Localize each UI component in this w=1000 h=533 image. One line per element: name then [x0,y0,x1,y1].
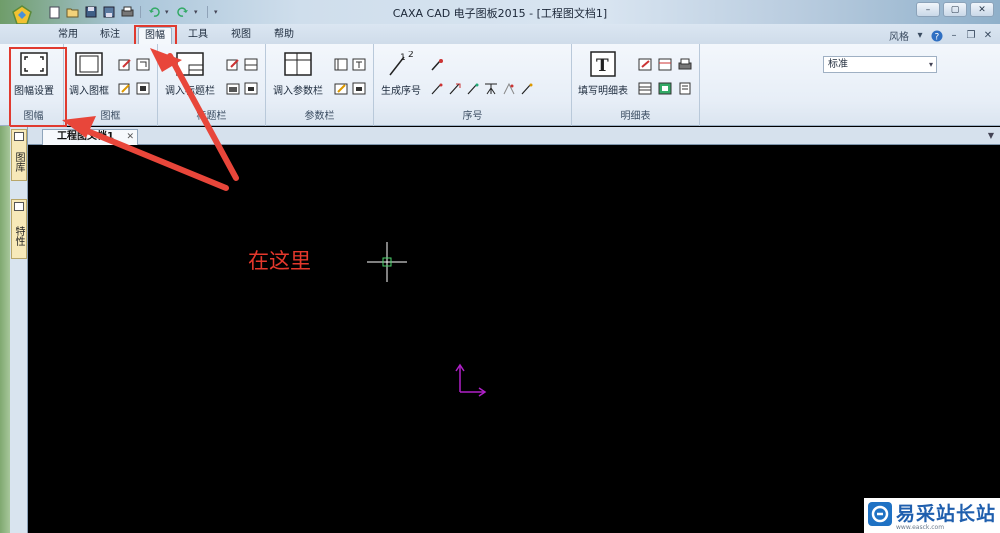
load-params-button[interactable]: 调入参数栏 [270,50,326,97]
text-t-icon: T [587,50,619,78]
fill-params-icon[interactable] [334,82,348,95]
load-titleblock-label: 调入标题栏 [165,86,215,97]
number-style-icon[interactable] [430,58,444,71]
bom-table-icon[interactable] [638,82,652,95]
svg-text:2: 2 [408,51,414,60]
fill-bom-button[interactable]: T 填写明细表 [574,50,632,97]
define-titleblock-icon[interactable] [244,58,258,71]
doc-restore-icon[interactable]: ❐ [965,30,977,42]
watermark: 易采站长站 www.easck.com [864,498,1000,533]
border-tool-icon[interactable] [118,82,132,95]
watermark-logo-icon [868,502,892,526]
document-tab[interactable]: 工程图文档1 ✕ [42,129,138,145]
bom-style-icon[interactable] [638,58,652,71]
close-button[interactable]: ✕ [970,2,994,17]
group-border-label: 图框 [100,111,121,122]
svg-text:1: 1 [400,53,406,63]
fill-titleblock-icon[interactable] [226,82,240,95]
side-tab-library-label: 图库 [13,152,24,172]
window-controls: – ▢ ✕ [916,2,994,17]
side-tab-properties[interactable]: 特性 [11,199,27,259]
params-icon [282,50,314,78]
desktop-edge [0,126,10,533]
load-titleblock-button[interactable]: 调入标题栏 [160,50,220,97]
load-border-button[interactable]: 调入图框 [66,50,112,97]
svg-text:T: T [596,56,609,76]
doc-minimize-icon[interactable]: – [948,30,960,42]
side-panel-strip: 图库 特性 [10,127,28,533]
number-tool3-icon[interactable] [520,82,534,95]
number-tool2-icon[interactable] [502,82,516,95]
bom-database-icon[interactable] [678,82,692,95]
titleblock-icon [174,50,206,78]
document-tab-bar: 工程图文档1 ✕ ▼ [0,127,1000,145]
style-label[interactable]: 风格 [889,28,909,43]
style-dropdown-icon[interactable]: ▾ [914,30,926,42]
tab-view[interactable]: 视图 [227,27,255,44]
watermark-url: www.easck.com [896,524,945,531]
highlight-box-sheet-settings [9,47,67,127]
properties-icon [14,202,24,211]
group-params: 调入参数栏 参数栏 [266,44,374,126]
bom-insert-icon[interactable] [658,58,672,71]
side-tab-library[interactable]: 图库 [11,129,27,181]
side-tab-properties-label: 特性 [13,226,24,246]
group-bom-label: 明细表 [620,111,651,122]
drawing-canvas[interactable] [29,146,1000,533]
edit-border-icon[interactable] [118,58,132,71]
maximize-button[interactable]: ▢ [943,2,967,17]
align-number-icon[interactable] [466,82,480,95]
number-style-select[interactable]: 标准 ▾ [823,56,937,73]
define-params-icon[interactable] [352,58,366,71]
tab-common[interactable]: 常用 [54,27,82,44]
store-titleblock-icon[interactable] [244,82,258,95]
minimize-button[interactable]: – [916,2,940,17]
title-bar: ▾ ▾ ▾ CAXA CAD 电子图板2015 - [工程图文档1] – ▢ ✕ [0,0,1000,25]
library-icon [14,132,24,141]
window-title: CAXA CAD 电子图板2015 - [工程图文档1] [392,7,608,20]
number-tool-icon[interactable] [484,82,498,95]
style-switcher: 风格 ▾ ? – ❐ ✕ [889,28,994,43]
annotation-text: 在这里 [248,249,311,273]
document-tab-label: 工程图文档1 [57,131,114,142]
ucs-axis-icon [455,363,487,397]
edit-params-icon[interactable] [334,58,348,71]
group-titleblock: 调入标题栏 标题栏 [158,44,266,126]
generate-number-button[interactable]: 12 生成序号 [376,50,426,97]
delete-number-icon[interactable] [430,82,444,95]
ribbon-panel: 图幅设置 图幅 调入图框 图框 调入标题栏 标题栏 调入参数栏 参数栏 1 2 … [0,44,1000,126]
store-border-icon[interactable] [136,82,150,95]
close-icon[interactable]: ✕ [126,130,134,144]
edit-titleblock-icon[interactable] [226,58,240,71]
load-border-label: 调入图框 [69,86,109,97]
chevron-down-icon: ▾ [928,60,933,69]
swap-number-icon[interactable] [448,82,462,95]
fill-bom-label: 填写明细表 [578,86,628,97]
number-style-value: 标准 [828,59,848,70]
crosshair-cursor-icon [367,242,407,282]
watermark-name: 易采站长站 [896,503,997,525]
border-icon [73,50,105,78]
group-bom: T 填写明细表 明细表 [572,44,700,126]
store-params-icon[interactable] [352,82,366,95]
tab-help[interactable]: 帮助 [270,27,298,44]
balloon-number-icon: 12 [385,50,417,78]
load-params-label: 调入参数栏 [273,86,323,97]
tab-list-dropdown-icon[interactable]: ▼ [988,131,994,140]
group-params-label: 参数栏 [304,111,335,122]
group-numbering-label: 序号 [462,111,483,122]
group-titleblock-label: 标题栏 [196,111,227,122]
define-border-icon[interactable] [136,58,150,71]
group-numbering: 12 生成序号 标准 ▾ 序号 [374,44,937,126]
tab-annotate[interactable]: 标注 [96,27,124,44]
help-icon[interactable]: ? [931,30,943,42]
bom-print-icon[interactable] [678,58,692,71]
tab-tools[interactable]: 工具 [184,27,212,44]
bom-output-icon[interactable] [658,82,672,95]
svg-text:?: ? [935,32,940,42]
generate-number-label: 生成序号 [381,86,421,97]
group-border: 调入图框 图框 [64,44,158,126]
doc-close-icon[interactable]: ✕ [982,30,994,42]
highlight-box-sheet-tab [134,25,177,46]
